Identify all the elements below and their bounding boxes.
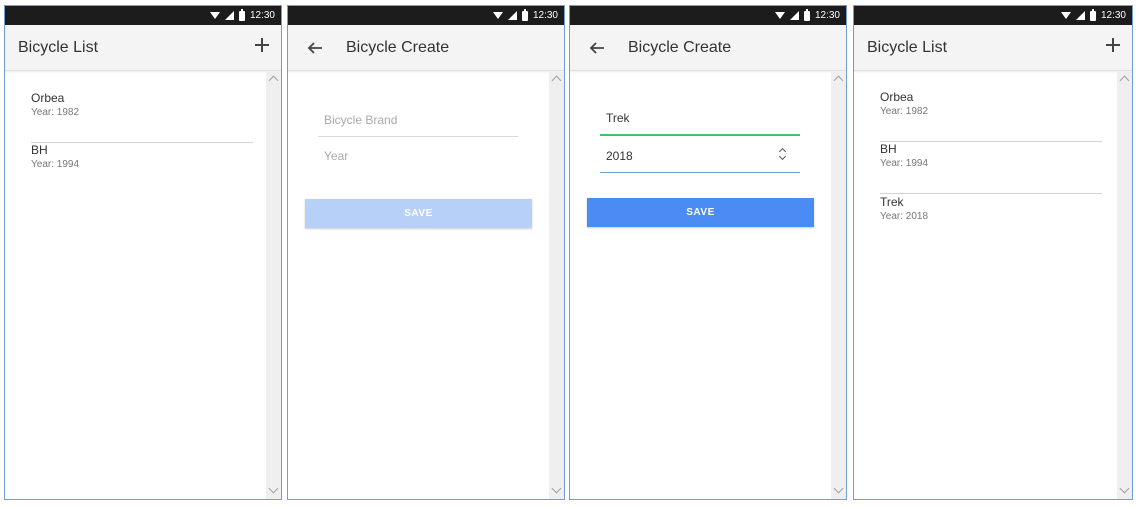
year-input[interactable] [318, 137, 518, 173]
toolbar: Bicycle List [5, 25, 281, 71]
scroll-down-icon[interactable] [833, 483, 844, 494]
page-title: Bicycle Create [346, 39, 450, 56]
add-icon[interactable] [1104, 36, 1122, 54]
back-arrow-icon[interactable] [306, 39, 324, 57]
toolbar: Bicycle Create [288, 25, 564, 71]
brand-input[interactable] [318, 101, 518, 136]
list-item[interactable]: Trek Year: 2018 [880, 195, 1102, 247]
battery-icon [238, 8, 245, 21]
bicycle-year: Year: 2018 [880, 211, 929, 222]
scroll-up-icon[interactable] [268, 75, 279, 86]
create-form: SAVE [288, 72, 564, 499]
bicycle-name: Trek [880, 195, 904, 209]
scroll-down-icon[interactable] [268, 483, 279, 494]
status-time: 12:30 [1100, 10, 1126, 21]
battery-icon [803, 8, 810, 21]
bicycle-list: Orbea Year: 1982 BH Year: 1994 [5, 72, 281, 499]
status-time: 12:30 [249, 10, 275, 21]
signal-icon [789, 11, 799, 20]
scrollbar[interactable] [831, 72, 846, 499]
bicycle-name: Orbea [880, 90, 914, 104]
scrollbar[interactable] [549, 72, 564, 499]
bicycle-year: Year: 1994 [880, 158, 929, 169]
save-button[interactable]: SAVE [587, 198, 814, 227]
chevron-down-icon[interactable] [778, 152, 787, 161]
bicycle-year: Year: 1994 [31, 159, 80, 170]
signal-icon [507, 11, 517, 20]
bicycle-year: Year: 1982 [880, 106, 929, 117]
status-bar: 12:30 [570, 6, 846, 25]
scroll-up-icon[interactable] [551, 75, 562, 86]
phone-screen-list-before: 12:30 Bicycle List Orbea Year: 1982 BH Y… [4, 5, 282, 500]
list-item[interactable]: Orbea Year: 1982 [880, 90, 1102, 142]
bicycle-name: BH [31, 143, 48, 157]
list-item[interactable]: Orbea Year: 1982 [31, 91, 253, 143]
wifi-icon [492, 12, 503, 19]
battery-icon [521, 8, 528, 21]
bicycle-list: Orbea Year: 1982 BH Year: 1994 Trek Year… [854, 72, 1132, 499]
wifi-icon [209, 12, 220, 19]
phone-screen-list-after: 12:30 Bicycle List Orbea Year: 1982 BH Y… [853, 5, 1133, 500]
scroll-up-icon[interactable] [833, 75, 844, 86]
bicycle-name: Orbea [31, 91, 65, 105]
year-input[interactable] [600, 137, 800, 172]
year-field[interactable] [318, 137, 518, 173]
page-title: Bicycle List [18, 39, 99, 56]
toolbar: Bicycle List [854, 25, 1132, 71]
signal-icon [224, 11, 234, 20]
status-time: 12:30 [814, 10, 840, 21]
list-item[interactable]: BH Year: 1994 [31, 143, 253, 195]
toolbar: Bicycle Create [570, 25, 846, 71]
list-item[interactable]: BH Year: 1994 [880, 142, 1102, 194]
year-field[interactable] [600, 137, 800, 173]
bicycle-year: Year: 1982 [31, 107, 80, 118]
scrollbar[interactable] [266, 72, 281, 499]
phone-screen-create-empty: 12:30 Bicycle Create SAVE [287, 5, 565, 500]
battery-icon [1089, 8, 1096, 21]
scroll-up-icon[interactable] [1119, 75, 1130, 86]
scrollbar[interactable] [1117, 72, 1132, 499]
scroll-down-icon[interactable] [1119, 483, 1130, 494]
brand-field[interactable] [318, 101, 518, 137]
add-icon[interactable] [253, 36, 271, 54]
page-title: Bicycle Create [628, 39, 732, 56]
bicycle-name: BH [880, 142, 897, 156]
create-form: SAVE [570, 72, 846, 499]
page-title: Bicycle List [867, 39, 948, 56]
brand-input[interactable] [600, 100, 800, 134]
wifi-icon [1060, 12, 1071, 19]
wifi-icon [774, 12, 785, 19]
status-bar: 12:30 [288, 6, 564, 25]
save-button[interactable]: SAVE [305, 199, 532, 228]
status-bar: 12:30 [5, 6, 281, 25]
signal-icon [1075, 11, 1085, 20]
scroll-down-icon[interactable] [551, 483, 562, 494]
phone-screen-create-filled: 12:30 Bicycle Create SAVE [569, 5, 847, 500]
status-time: 12:30 [532, 10, 558, 21]
status-bar: 12:30 [854, 6, 1132, 25]
back-arrow-icon[interactable] [588, 39, 606, 57]
year-stepper[interactable] [778, 146, 788, 162]
brand-field[interactable] [600, 100, 800, 136]
